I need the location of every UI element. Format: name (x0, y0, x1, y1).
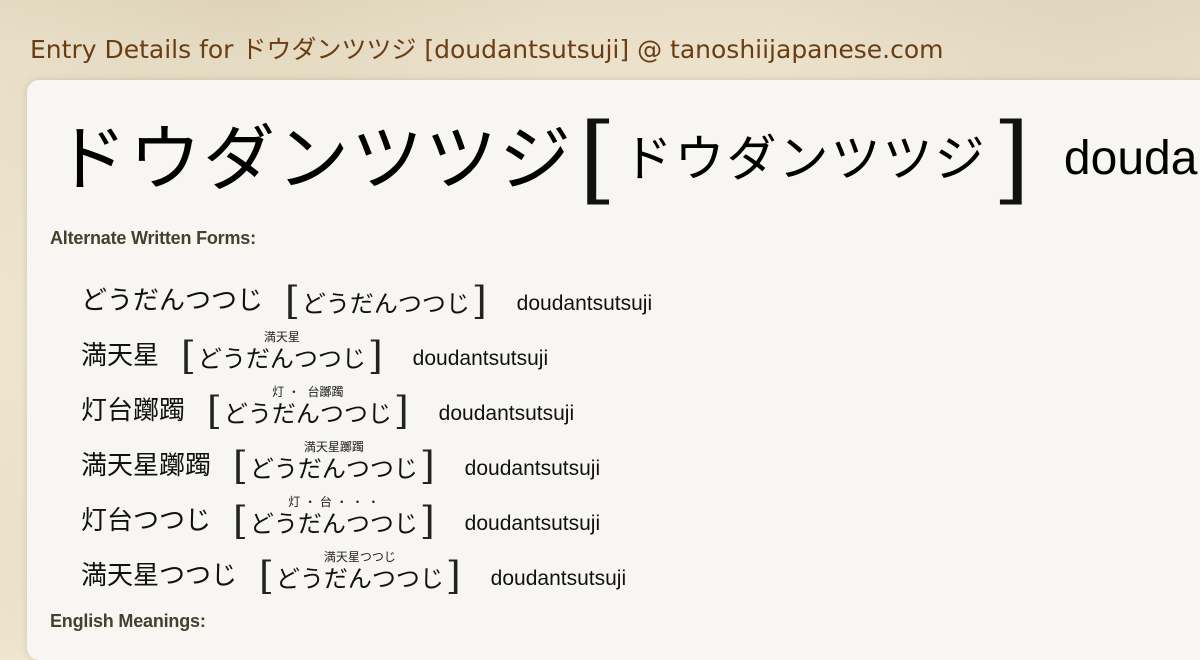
open-bracket: [ (233, 444, 248, 488)
form-furigana: 満天星 (263, 330, 300, 344)
form-reading-group: 灯 ・ 台躑躅 どうだんつつじ (222, 385, 394, 433)
form-furigana: 満天星つつじ (323, 550, 396, 564)
alternate-form-row: 満天星つつじ [ 満天星つつじ どうだんつつじ ] doudantsutsuji (81, 543, 652, 598)
form-written: 灯台躑躅 (81, 396, 186, 426)
form-written: 灯台つつじ (81, 506, 212, 536)
form-written: 満天星 (81, 341, 160, 371)
form-reading: どうだんつつじ (275, 565, 444, 593)
form-romaji: doudantsutsuji (464, 512, 601, 535)
form-written: 満天星つつじ (81, 561, 238, 591)
close-bracket: ] (367, 334, 383, 378)
form-romaji: doudantsutsuji (464, 457, 601, 480)
form-reading: どうだんつつじ (301, 290, 470, 318)
alternate-form-row: 満天星 [ 満天星 どうだんつつじ ] doudantsutsuji (81, 323, 652, 378)
form-reading-group: 満天星 どうだんつつじ (196, 330, 368, 378)
open-bracket: [ (285, 279, 300, 323)
form-furigana: 灯 ・ 台躑躅 (272, 385, 344, 399)
close-bracket: ] (992, 103, 1030, 215)
open-bracket: [ (259, 554, 274, 598)
form-reading-group: 灯 ・ 台 ・ ・ ・ どうだんつつじ (248, 495, 420, 543)
headword-reading: ドウダンツツジ (622, 130, 987, 188)
form-reading: どうだんつつじ (249, 455, 418, 483)
alternate-forms-label: Alternate Written Forms: (50, 228, 256, 248)
alternate-form-row: どうだんつつじ [ どうだんつつじ ] doudantsutsuji (81, 268, 652, 323)
alternate-form-row: 灯台躑躅 [ 灯 ・ 台躑躅 どうだんつつじ ] doudantsutsuji (81, 378, 652, 433)
english-meanings-label: English Meanings: (50, 611, 206, 631)
close-bracket: ] (419, 499, 435, 543)
form-reading: どうだんつつじ (197, 345, 366, 373)
form-romaji: doudantsutsuji (412, 347, 549, 370)
open-bracket: [ (579, 103, 617, 215)
form-reading-group: 満天星躑躅 どうだんつつじ (248, 440, 420, 488)
form-romaji: doudantsutsuji (438, 402, 575, 425)
form-romaji: doudantsutsuji (490, 567, 627, 590)
page-title: Entry Details for ドウダンツツジ [doudantsutsuj… (30, 35, 944, 64)
form-reading: どうだんつつじ (223, 400, 392, 428)
close-bracket: ] (445, 554, 461, 598)
headword-kana: ドウダンツツジ (55, 117, 574, 201)
entry-card: ドウダンツツジ [ ドウダンツツジ ] doudantsutsuji Alter… (27, 80, 1200, 660)
headword-romaji: doudantsutsuji (1063, 132, 1200, 185)
alternate-form-row: 満天星躑躅 [ 満天星躑躅 どうだんつつじ ] doudantsutsuji (81, 433, 652, 488)
open-bracket: [ (181, 334, 196, 378)
form-written: どうだんつつじ (81, 286, 264, 316)
close-bracket: ] (419, 444, 435, 488)
form-furigana: 満天星躑躅 (303, 440, 364, 454)
alternate-forms-list: どうだんつつじ [ どうだんつつじ ] doudantsutsuji 満天星 [… (81, 268, 652, 598)
form-romaji: doudantsutsuji (516, 292, 653, 315)
entry-headword: ドウダンツツジ [ ドウダンツツジ ] doudantsutsuji (55, 104, 1200, 214)
close-bracket: ] (471, 279, 487, 323)
alternate-form-row: 灯台つつじ [ 灯 ・ 台 ・ ・ ・ どうだんつつじ ] doudantsut… (81, 488, 652, 543)
form-reading-group: どうだんつつじ (300, 275, 472, 323)
form-reading-group: 満天星つつじ どうだんつつじ (274, 550, 446, 598)
form-furigana: 灯 ・ 台 ・ ・ ・ (288, 495, 380, 509)
open-bracket: [ (207, 389, 222, 433)
form-written: 満天星躑躅 (81, 451, 212, 481)
form-reading: どうだんつつじ (249, 510, 418, 538)
open-bracket: [ (233, 499, 248, 543)
close-bracket: ] (393, 389, 409, 433)
